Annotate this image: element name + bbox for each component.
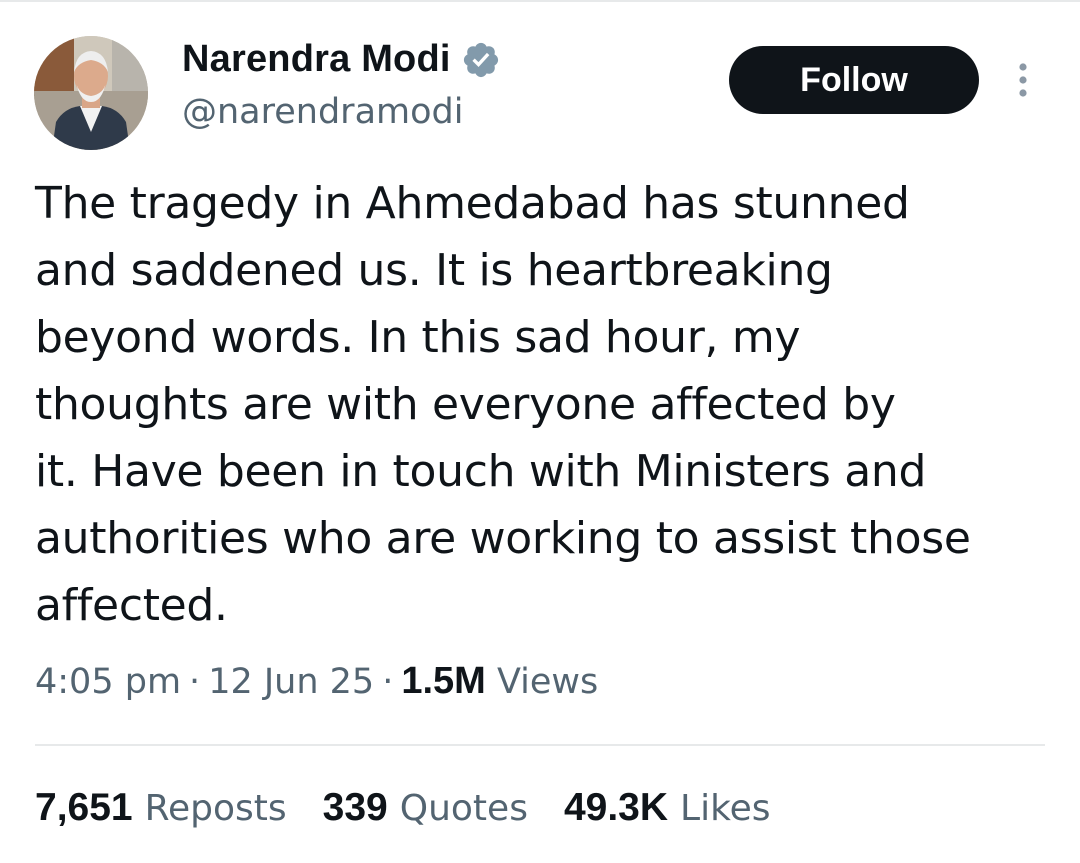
author-display-name[interactable]: Narendra Modi <box>182 38 451 81</box>
author-handle[interactable]: @narendramodi <box>182 92 463 132</box>
quotes-stat[interactable]: 339 Quotes <box>323 786 528 830</box>
author-name-row[interactable]: Narendra Modi <box>182 38 501 81</box>
reposts-count: 7,651 <box>35 786 133 829</box>
likes-count: 49.3K <box>563 786 669 829</box>
likes-stat[interactable]: 49.3K Likes <box>564 786 771 830</box>
top-divider <box>0 0 1080 2</box>
tweet-date[interactable]: 12 Jun 25 <box>208 662 374 702</box>
likes-label: Likes <box>680 788 771 829</box>
verified-badge-icon <box>461 40 501 80</box>
avatar[interactable] <box>34 36 148 150</box>
follow-button[interactable]: Follow <box>729 46 979 114</box>
tweet-time[interactable]: 4:05 pm <box>35 662 181 702</box>
avatar-image <box>34 36 148 150</box>
quotes-count: 339 <box>322 786 388 829</box>
views-count: 1.5M <box>401 660 486 702</box>
stats-divider <box>35 744 1045 746</box>
engagement-stats: 7,651 Reposts 339 Quotes 49.3K Likes <box>35 786 771 830</box>
meta-separator: · <box>382 662 394 702</box>
tweet-text: The tragedy in Ahmedabad has stunned and… <box>35 178 971 631</box>
reposts-label: Reposts <box>144 788 287 829</box>
tweet-meta: 4:05 pm · 12 Jun 25 · 1.5M Views <box>35 660 598 703</box>
more-vertical-icon[interactable] <box>1008 60 1038 100</box>
views-label: Views <box>496 662 599 702</box>
reposts-stat[interactable]: 7,651 Reposts <box>35 786 287 830</box>
meta-separator: · <box>189 662 201 702</box>
quotes-label: Quotes <box>399 788 528 829</box>
